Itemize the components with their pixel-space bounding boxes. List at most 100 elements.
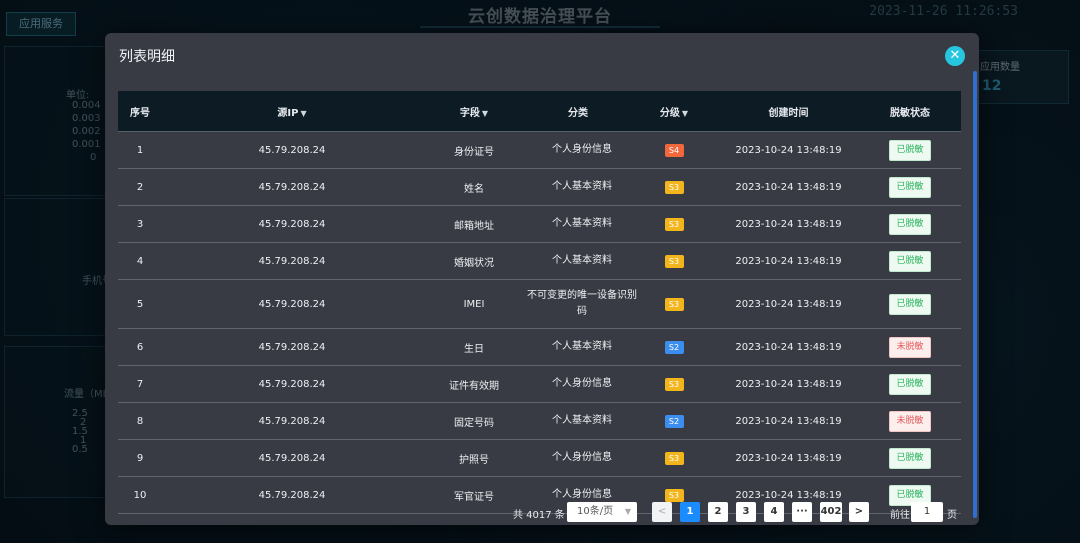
row-category: 个人基本资料 (526, 205, 630, 243)
level-badge: S3 (664, 377, 684, 391)
row-field: 姓名 (422, 168, 526, 206)
row-source-ip: 45.79.208.24 (162, 476, 422, 514)
row-level: S3 (630, 279, 718, 329)
row-level: S4 (630, 131, 718, 169)
table-row: 5 45.79.208.24 IMEI 不可变更的唯一设备识别码 S3 2023-10-2… (118, 279, 961, 329)
column-header-no: 序号 (118, 91, 162, 132)
table-row: 8 45.79.208.24 固定号码 个人基本资料 S2 2023-10-24 13:4… (118, 402, 961, 440)
row-field: 证件有效期 (422, 365, 526, 403)
category-text: 个人身份信息 (552, 452, 612, 463)
status-badge[interactable]: 已脱敏 (889, 447, 931, 469)
row-level: S3 (630, 476, 718, 514)
row-status: 已脱敏 (859, 365, 961, 403)
row-created-time: 2023-10-24 13:48:19 (718, 205, 859, 243)
table-row: 4 45.79.208.24 婚姻状况 个人基本资料 S3 2023-10-24 13:4… (118, 242, 961, 280)
row-status: 未脱敏 (859, 328, 961, 366)
next-page-button[interactable]: > (849, 502, 869, 522)
row-field: 生日 (422, 328, 526, 366)
page-2-button[interactable]: 2 (708, 502, 728, 522)
column-header-source-ip[interactable]: 源IP ▼ (162, 91, 422, 132)
row-category: 个人基本资料 (526, 242, 630, 280)
row-field: 身份证号 (422, 131, 526, 169)
modal-title: 列表明细 (119, 49, 175, 65)
prev-page-button[interactable]: < (652, 502, 672, 522)
column-header-level[interactable]: 分级 ▼ (630, 91, 718, 132)
chevron-down-icon: ▼ (624, 507, 631, 516)
row-no: 6 (118, 328, 162, 366)
more-pages-button[interactable]: ··· (792, 502, 812, 522)
row-level: S3 (630, 168, 718, 206)
page-1-button[interactable]: 1 (680, 502, 700, 522)
level-badge: S2 (664, 340, 684, 354)
row-no: 9 (118, 439, 162, 477)
row-source-ip: 45.79.208.24 (162, 439, 422, 477)
close-icon[interactable]: ✕ (945, 46, 965, 66)
table-row: 1 45.79.208.24 身份证号 个人身份信息 S4 2023-10-24 13:4… (118, 131, 961, 169)
page-402-button[interactable]: 402 (820, 502, 842, 522)
table-header-row: 序号 源IP ▼ 字段 ▼ 分类 分级 ▼ 创建时间 脱敏状态 (118, 91, 961, 132)
row-field: 婚姻状况 (422, 242, 526, 280)
row-category: 个人身份信息 (526, 131, 630, 169)
row-no: 10 (118, 476, 162, 514)
column-header-status: 脱敏状态 (859, 91, 961, 132)
row-status: 已脱敏 (859, 168, 961, 206)
status-badge[interactable]: 未脱敏 (889, 410, 931, 432)
row-status: 已脱敏 (859, 242, 961, 280)
category-text: 个人基本资料 (552, 255, 612, 266)
row-status: 已脱敏 (859, 205, 961, 243)
chevron-down-icon[interactable]: ▼ (482, 109, 488, 118)
status-badge[interactable]: 未脱敏 (889, 336, 931, 358)
level-badge: S4 (664, 143, 684, 157)
chevron-down-icon[interactable]: ▼ (300, 109, 306, 118)
status-badge[interactable]: 已脱敏 (889, 176, 931, 198)
page-size-select[interactable]: 10条/页 ▼ (567, 502, 637, 522)
row-no: 1 (118, 131, 162, 169)
row-created-time: 2023-10-24 13:48:19 (718, 328, 859, 366)
status-badge[interactable]: 已脱敏 (889, 139, 931, 161)
table-row: 7 45.79.208.24 证件有效期 个人身份信息 S3 2023-10-24 13:… (118, 365, 961, 403)
status-badge[interactable]: 已脱敏 (889, 293, 931, 315)
status-badge[interactable]: 已脱敏 (889, 213, 931, 235)
row-status: 已脱敏 (859, 439, 961, 477)
level-badge: S3 (664, 297, 684, 311)
page-3-button[interactable]: 3 (736, 502, 756, 522)
level-badge: S3 (664, 451, 684, 465)
row-status: 已脱敏 (859, 476, 961, 514)
page-4-button[interactable]: 4 (764, 502, 784, 522)
row-category: 个人基本资料 (526, 402, 630, 440)
row-created-time: 2023-10-24 13:48:19 (718, 439, 859, 477)
level-badge: S3 (664, 254, 684, 268)
row-level: S3 (630, 205, 718, 243)
row-category: 不可变更的唯一设备识别码 (526, 279, 637, 329)
category-text: 个人身份信息 (552, 489, 612, 500)
list-detail-modal: 列表明细 ✕ 序号 源IP ▼ 字段 ▼ 分类 分级 ▼ 创建时间 脱敏状态 1 45.… (105, 33, 979, 525)
level-badge: S3 (664, 217, 684, 231)
chevron-down-icon[interactable]: ▼ (682, 109, 688, 118)
scrollbar[interactable] (973, 71, 977, 518)
row-level: S3 (630, 439, 718, 477)
table-row: 9 45.79.208.24 护照号 个人身份信息 S3 2023-10-24 13:48… (118, 439, 961, 477)
row-created-time: 2023-10-24 13:48:19 (718, 168, 859, 206)
row-no: 3 (118, 205, 162, 243)
row-category: 个人基本资料 (526, 328, 630, 366)
row-source-ip: 45.79.208.24 (162, 205, 422, 243)
row-field: 军官证号 (422, 476, 526, 514)
level-badge: S3 (664, 180, 684, 194)
category-text: 个人基本资料 (552, 341, 612, 352)
row-level: S2 (630, 328, 718, 366)
row-no: 5 (118, 279, 162, 329)
row-no: 7 (118, 365, 162, 403)
column-header-field[interactable]: 字段 ▼ (422, 91, 526, 132)
row-status: 已脱敏 (859, 131, 961, 169)
table-row: 3 45.79.208.24 邮箱地址 个人基本资料 S3 2023-10-24 13:4… (118, 205, 961, 243)
status-badge[interactable]: 已脱敏 (889, 250, 931, 272)
row-status: 未脱敏 (859, 402, 961, 440)
row-source-ip: 45.79.208.24 (162, 279, 422, 329)
row-source-ip: 45.79.208.24 (162, 131, 422, 169)
goto-page-input[interactable]: 1 (911, 502, 943, 522)
row-level: S3 (630, 242, 718, 280)
category-text: 个人基本资料 (552, 181, 612, 192)
status-badge[interactable]: 已脱敏 (889, 373, 931, 395)
row-level: S2 (630, 402, 718, 440)
goto-prefix: 前往 (890, 510, 910, 521)
